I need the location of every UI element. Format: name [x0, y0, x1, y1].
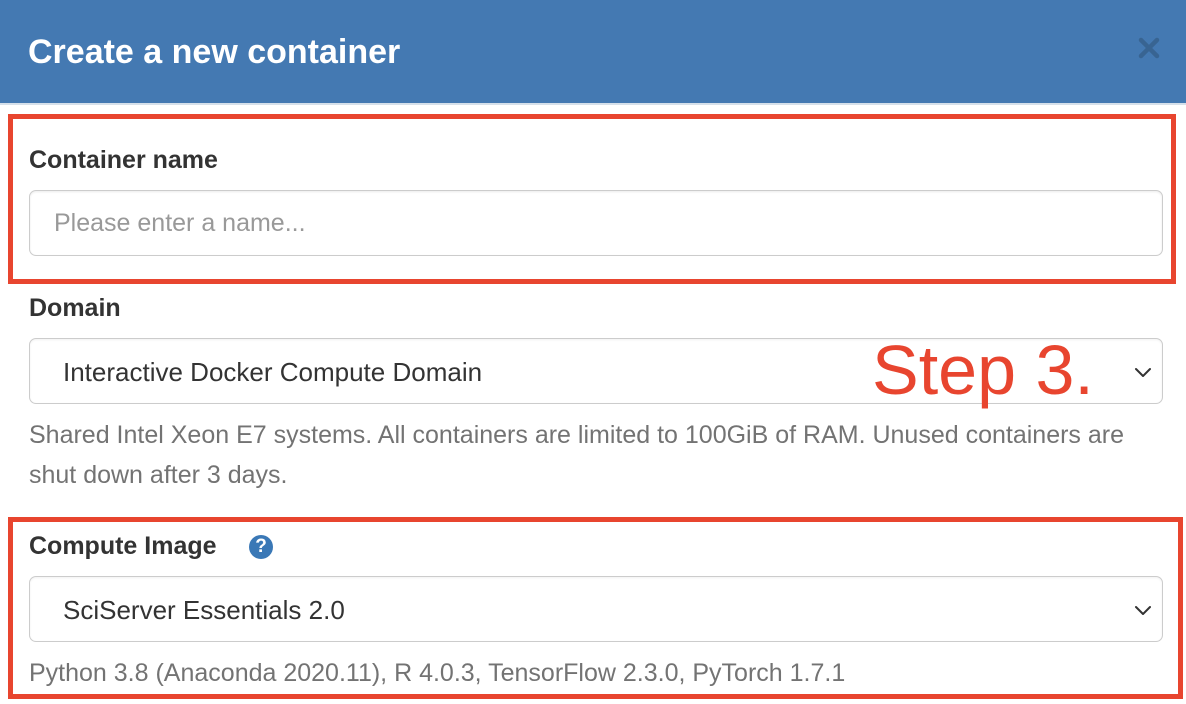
- compute-image-selected-value: SciServer Essentials 2.0: [63, 595, 345, 625]
- compute-image-description: Python 3.8 (Anaconda 2020.11), R 4.0.3, …: [29, 659, 846, 687]
- step-annotation: Step 3.: [872, 331, 1094, 409]
- close-button[interactable]: [1134, 32, 1164, 64]
- domain-description: Shared Intel Xeon E7 systems. All contai…: [29, 421, 1124, 489]
- compute-image-select[interactable]: SciServer Essentials 2.0: [29, 576, 1163, 642]
- question-circle-icon[interactable]: ?: [249, 535, 273, 559]
- chevron-down-icon: [1135, 606, 1151, 615]
- chevron-down-icon: [1135, 368, 1151, 377]
- modal-title: Create a new container: [28, 33, 401, 71]
- domain-label: Domain: [29, 294, 121, 322]
- container-name-label: Container name: [29, 146, 218, 174]
- container-name-input[interactable]: [29, 190, 1163, 256]
- compute-image-label: Compute Image: [29, 532, 217, 560]
- close-icon: [1138, 37, 1160, 59]
- modal-header: Create a new container: [0, 0, 1186, 105]
- domain-selected-value: Interactive Docker Compute Domain: [63, 357, 483, 387]
